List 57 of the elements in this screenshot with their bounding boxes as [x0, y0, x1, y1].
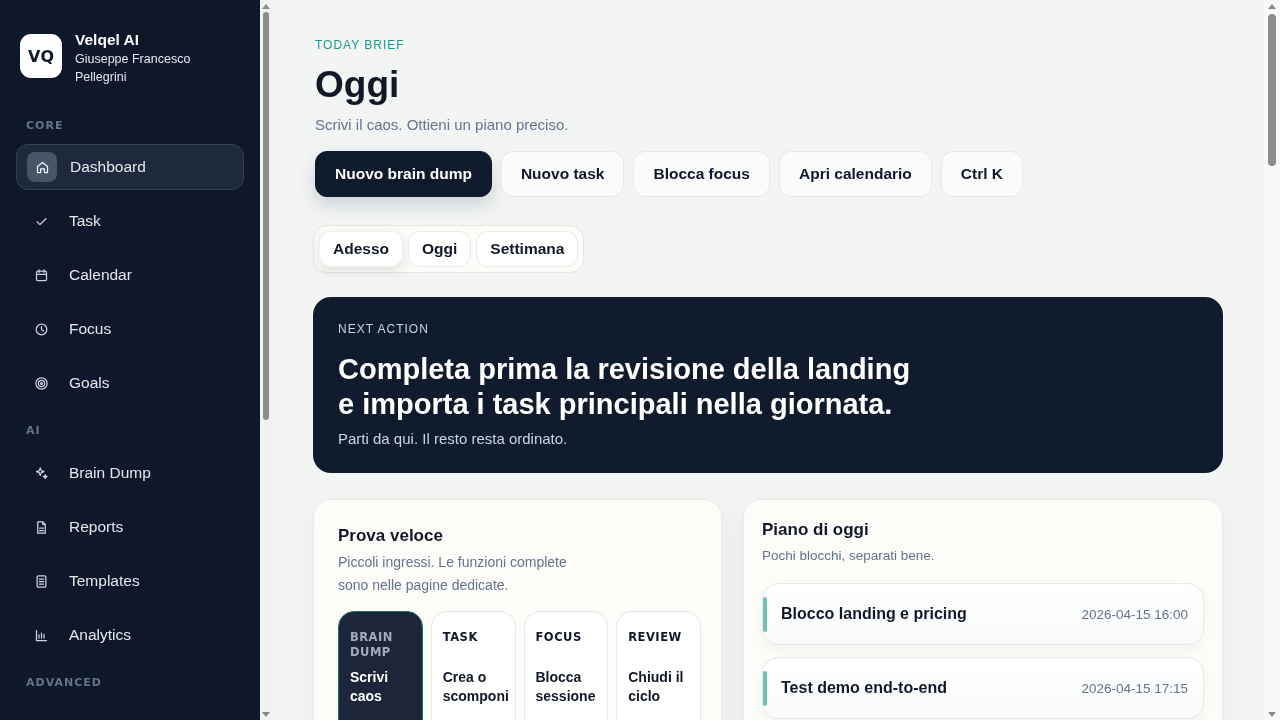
clock-icon: [34, 321, 49, 337]
nav-item[interactable]: Templates: [16, 558, 244, 604]
range-tab[interactable]: Adesso: [319, 231, 403, 267]
next-action-label: NEXT ACTION: [338, 321, 430, 337]
section-label: ADVANCED: [25, 675, 103, 691]
bar-chart-icon: [34, 627, 49, 643]
section-label: CORE: [25, 118, 65, 134]
scrollbar[interactable]: [260, 0, 272, 720]
range-tab[interactable]: Settimana: [476, 231, 579, 267]
target-icon: [34, 375, 49, 391]
action-button[interactable]: Nuovo task: [500, 151, 625, 197]
nav-item[interactable]: Task: [16, 198, 244, 244]
next-action-subtitle: Parti da qui. Il resto resta ordinato.: [338, 429, 569, 449]
page-title: Oggi: [315, 63, 401, 107]
user-name: Giuseppe Francesco Pellegrini: [75, 51, 192, 86]
action-button[interactable]: Nuovo brain dump: [315, 151, 492, 197]
arrow-down-icon[interactable]: [1268, 712, 1276, 717]
arrow-up-icon[interactable]: [1268, 4, 1276, 9]
scrollbar-thumb[interactable]: [263, 12, 269, 420]
next-action-title: Completa prima la revisione della landing e importa i task principali nella giornata.: [338, 352, 912, 422]
card-title: Prova veloce: [338, 525, 444, 547]
accent-bar: [763, 596, 767, 632]
plan-block-title: Blocco landing e pricing: [781, 605, 968, 623]
card-title: Piano di oggi: [762, 519, 870, 541]
logo: VQ: [20, 34, 62, 78]
home-icon: [27, 152, 57, 182]
eyebrow-label: TODAY BRIEF: [315, 37, 406, 53]
scrollbar-thumb[interactable]: [1268, 14, 1276, 166]
card-description: Piccoli ingressi. Le funzioni complete sono nelle pagine dedicate.: [338, 553, 568, 595]
calendar-icon: [34, 267, 49, 283]
app-name: Velqel AI: [75, 31, 141, 49]
plan-block-time: 2026-04-15 17:15: [1081, 680, 1188, 696]
card-description: Pochi blocchi, separati bene.: [762, 547, 936, 565]
nav-item[interactable]: Calendar: [16, 252, 244, 298]
nav-item[interactable]: Brain Dump: [16, 450, 244, 496]
quick-action-card[interactable]: TASK Crea o scomponi: [430, 611, 516, 720]
document-icon: [34, 519, 49, 535]
section-label: AI: [25, 423, 42, 439]
nav-item[interactable]: Reports: [16, 504, 244, 550]
action-button[interactable]: Apri calendario: [778, 151, 932, 197]
action-button[interactable]: Blocca focus: [633, 151, 770, 197]
accent-bar: [763, 670, 767, 706]
action-button[interactable]: Ctrl K: [940, 151, 1023, 197]
page-subtitle: Scrivi il caos. Ottieni un piano preciso.: [315, 115, 570, 135]
nav-item[interactable]: Goals: [16, 360, 244, 406]
list-document-icon: [34, 573, 49, 589]
scrollbar[interactable]: [1264, 0, 1280, 720]
quick-action-card[interactable]: REVIEW Chiudi il ciclo: [616, 611, 701, 720]
nav-item[interactable]: Dashboard: [16, 144, 244, 190]
plan-block-title: Test demo end-to-end: [781, 679, 948, 697]
quick-action-card[interactable]: BRAIN DUMP Scrivi caos: [338, 611, 423, 720]
nav-item[interactable]: Focus: [16, 306, 244, 352]
sparkle-icon: [34, 465, 49, 481]
nav-item[interactable]: Analytics: [16, 612, 244, 658]
plan-block-time: 2026-04-15 16:00: [1081, 606, 1188, 622]
range-tab[interactable]: Oggi: [408, 231, 472, 267]
quick-action-card[interactable]: FOCUS Blocca sessione: [523, 611, 609, 720]
